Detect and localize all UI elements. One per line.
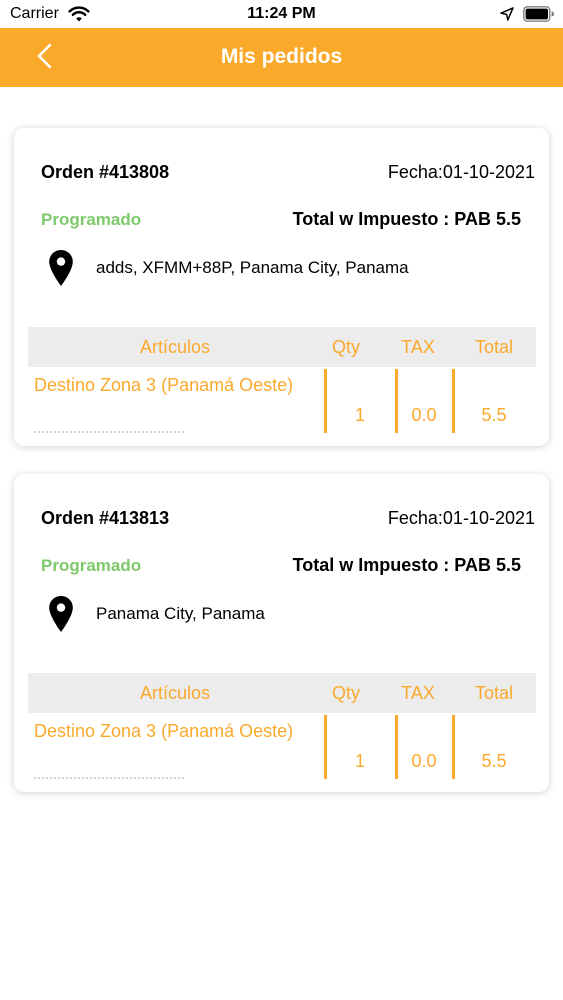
column-header-tax: TAX [401,337,435,357]
battery-icon [523,6,554,22]
column-divider [452,369,455,433]
status-label: Programado [41,556,142,575]
item-qty: 1 [354,405,365,425]
column-header-tax: TAX [401,683,435,703]
column-header-total: Total [474,683,514,703]
table-row: Destino Zona 3 (Panamá Oeste) 1 0.0 5.5 [28,713,536,779]
column-divider [324,715,327,779]
item-description-truncated [34,777,184,779]
status-bar: Carrier 11:24 PM [0,0,563,28]
order-total: Total w Impuesto : PAB 5.5 [292,555,521,575]
order-card[interactable]: Orden #413813 Fecha:01-10-2021 Programad… [14,474,549,792]
order-address: Panama City, Panama [96,604,265,623]
item-total: 5.5 [481,751,507,771]
map-pin-icon [49,596,73,632]
item-qty: 1 [354,751,365,771]
status-label: Programado [41,210,142,229]
order-number: Orden #413808 [41,162,170,182]
item-total: 5.5 [481,405,507,425]
column-header-qty: Qty [331,683,360,703]
table-row: Destino Zona 3 (Panamá Oeste) 1 0.0 5.5 [28,367,536,433]
column-header-articulos: Artículos [139,683,211,703]
location-arrow-icon [500,7,514,21]
column-divider [324,369,327,433]
order-number: Orden #413813 [41,508,170,528]
order-card[interactable]: Orden #413808 Fecha:01-10-2021 Programad… [14,128,549,446]
items-table-header: Artículos Qty TAX Total [28,673,536,713]
page-title: Mis pedidos [220,45,343,68]
clock-time: 11:24 PM [247,5,316,22]
map-pin-icon [49,250,73,286]
column-header-qty: Qty [331,337,360,357]
column-header-articulos: Artículos [139,337,211,357]
order-total: Total w Impuesto : PAB 5.5 [292,209,521,229]
item-description-truncated [34,431,184,433]
item-tax: 0.0 [411,405,437,425]
item-tax: 0.0 [411,751,437,771]
order-date: Fecha:01-10-2021 [387,162,535,182]
item-name: Destino Zona 3 (Panamá Oeste) [34,721,294,741]
column-header-total: Total [474,337,514,357]
order-date: Fecha:01-10-2021 [387,508,535,528]
items-table-header: Artículos Qty TAX Total [28,327,536,367]
item-name: Destino Zona 3 (Panamá Oeste) [34,375,294,395]
order-address: adds, XFMM+88P, Panama City, Panama [96,258,409,277]
column-divider [452,715,455,779]
navigation-bar: Mis pedidos [0,28,563,87]
